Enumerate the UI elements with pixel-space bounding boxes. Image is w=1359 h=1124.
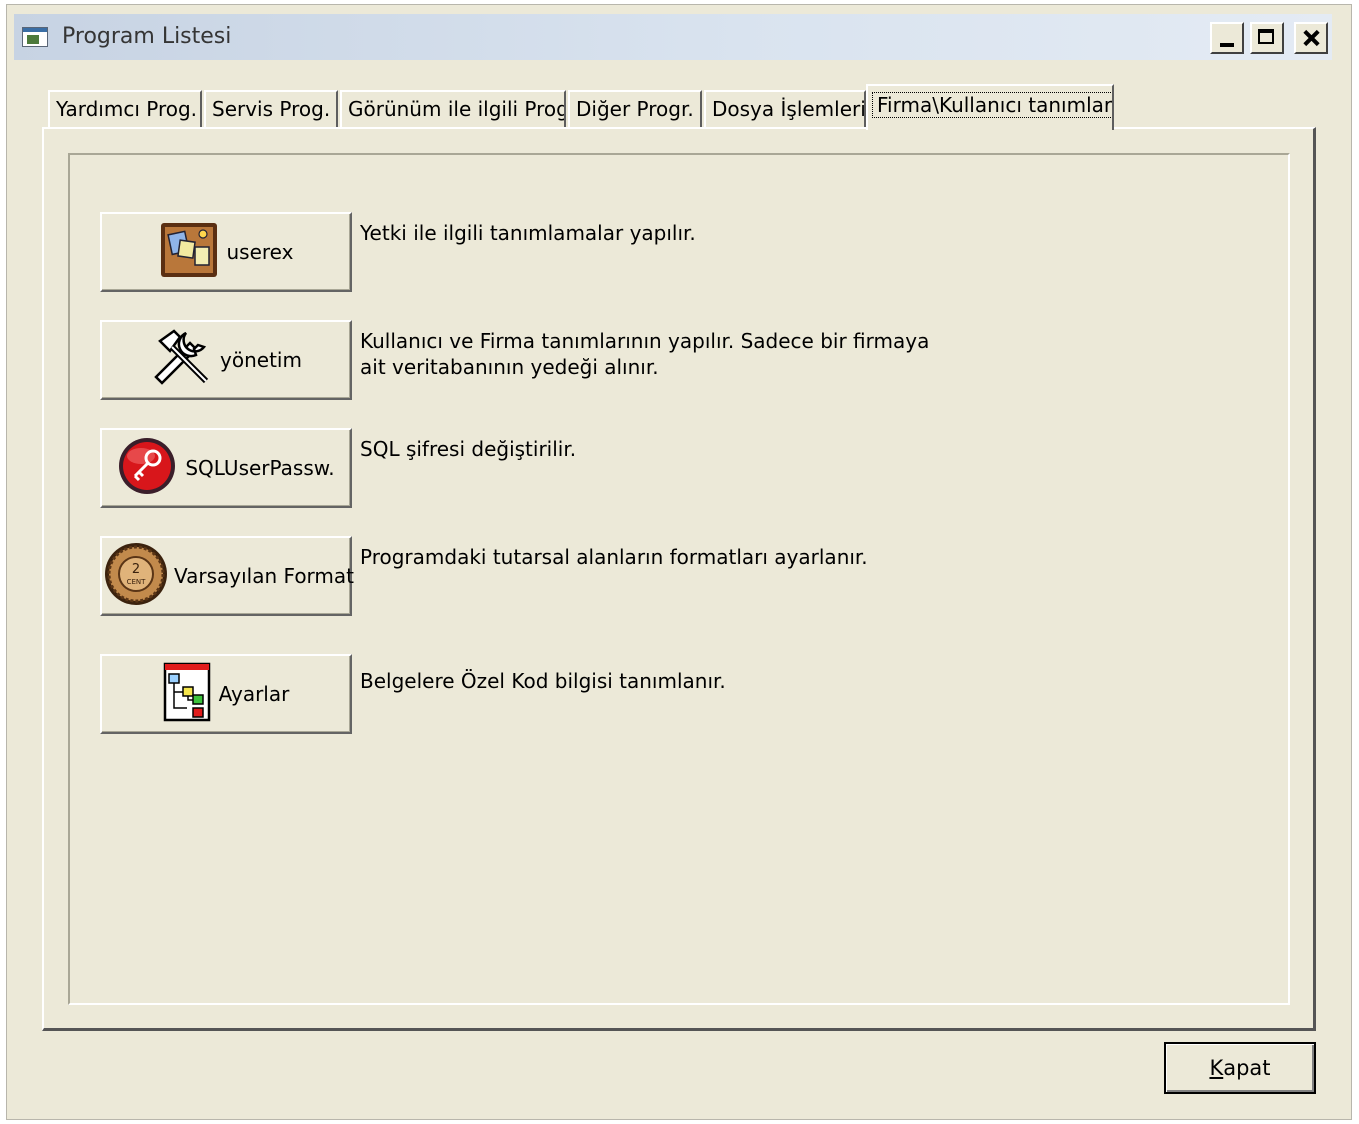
tools-icon bbox=[150, 327, 212, 393]
ayarlar-button[interactable]: Ayarlar bbox=[100, 654, 352, 734]
userex-description: Yetki ile ilgili tanımlamalar yapılır. bbox=[360, 221, 696, 245]
varsayilan-format-button[interactable]: 2 CENT Varsayılan Format bbox=[100, 536, 354, 616]
ayarlar-label: Ayarlar bbox=[218, 682, 290, 706]
close-window-button[interactable] bbox=[1294, 22, 1328, 54]
key-icon bbox=[117, 436, 177, 500]
tree-diagram-icon bbox=[163, 662, 211, 726]
tab-gorunum-prog[interactable]: Görünüm ile ilgili Prog. bbox=[340, 90, 566, 127]
tab-servis-prog[interactable]: Servis Prog. bbox=[204, 90, 338, 127]
title-bar[interactable]: Program Listesi bbox=[14, 14, 1332, 60]
maximize-button[interactable] bbox=[1250, 22, 1284, 54]
tab-yardimci-prog[interactable]: Yardımcı Prog. bbox=[48, 90, 202, 127]
tab-dosya-islemleri[interactable]: Dosya İşlemleri bbox=[704, 90, 866, 127]
kapat-button[interactable]: Kapat bbox=[1164, 1042, 1316, 1094]
yonetim-button[interactable]: yönetim bbox=[100, 320, 352, 400]
tab-diger-progr[interactable]: Diğer Progr. bbox=[568, 90, 702, 127]
coin-icon: 2 CENT bbox=[104, 542, 168, 610]
varsayilan-format-description: Programdaki tutarsal alanların formatlar… bbox=[360, 545, 868, 569]
varsayilan-format-label: Varsayılan Format bbox=[174, 564, 354, 588]
corkboard-icon bbox=[159, 221, 219, 283]
svg-text:2: 2 bbox=[132, 562, 140, 577]
sqluserpassw-button[interactable]: SQLUserPassw. bbox=[100, 428, 352, 508]
userex-button[interactable]: userex bbox=[100, 212, 352, 292]
yonetim-description: Kullanıcı ve Firma tanımlarının yapılır.… bbox=[360, 329, 930, 379]
minimize-button[interactable] bbox=[1210, 22, 1244, 54]
sqluserpassw-description: SQL şifresi değiştirilir. bbox=[360, 437, 577, 461]
app-window-icon bbox=[22, 27, 48, 47]
userex-label: userex bbox=[226, 240, 294, 264]
ayarlar-description: Belgelere Özel Kod bilgisi tanımlanır. bbox=[360, 669, 726, 693]
yonetim-label: yönetim bbox=[220, 348, 302, 372]
window-title: Program Listesi bbox=[62, 24, 232, 49]
sqluserpassw-label: SQLUserPassw. bbox=[185, 456, 335, 480]
svg-text:CENT: CENT bbox=[127, 578, 147, 586]
tab-firma-kullanici[interactable]: Firma\Kullanıcı tanımları bbox=[866, 84, 1114, 130]
